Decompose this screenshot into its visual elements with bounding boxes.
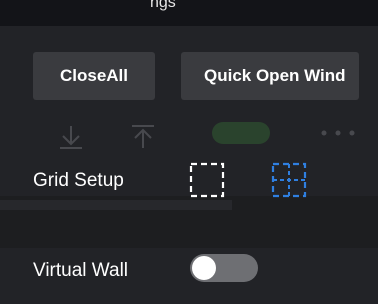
background-bar xyxy=(0,200,232,210)
background-toggle xyxy=(212,122,270,144)
close-all-button[interactable]: CloseAll xyxy=(33,52,155,100)
split-grid-icon[interactable] xyxy=(271,162,307,198)
more-icon xyxy=(321,130,355,136)
grid-setup-label: Grid Setup xyxy=(33,170,124,191)
single-grid-icon[interactable] xyxy=(189,162,225,198)
virtual-wall-toggle[interactable] xyxy=(190,254,258,282)
upload-icon xyxy=(132,125,154,148)
background-window-text: ngs xyxy=(150,0,176,11)
toggle-knob xyxy=(192,256,216,280)
virtual-wall-label: Virtual Wall xyxy=(33,260,129,281)
window-top-strip: ngs xyxy=(0,0,378,26)
download-icon xyxy=(60,126,82,149)
quick-open-window-button[interactable]: Quick Open Wind xyxy=(181,52,359,100)
